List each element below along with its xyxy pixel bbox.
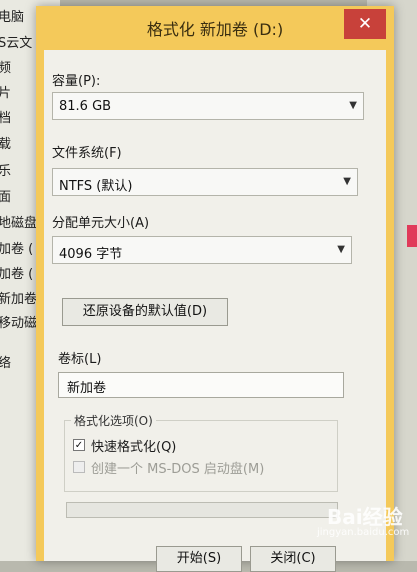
chevron-down-icon: ▼ — [337, 244, 345, 255]
explorer-item[interactable]: 乐 — [0, 160, 11, 179]
dialog-title: 格式化 新加卷 (D:) — [146, 20, 284, 39]
quick-format-checkbox[interactable]: ✓ — [73, 439, 85, 451]
capacity-value: 81.6 GB — [59, 99, 112, 114]
explorer-item[interactable]: 电脑 — [0, 6, 24, 25]
explorer-item[interactable]: 加卷 ( — [0, 238, 33, 257]
msdos-boot-label: 创建一个 MS-DOS 启动盘(M) — [91, 462, 265, 477]
background-accent — [407, 225, 417, 247]
chevron-down-icon: ▼ — [349, 100, 357, 111]
filesystem-select[interactable]: NTFS (默认) ▼ — [52, 168, 358, 196]
explorer-item[interactable]: 载 — [0, 133, 11, 152]
chevron-down-icon: ▼ — [343, 176, 351, 187]
format-options-legend: 格式化选项(O) — [71, 412, 156, 429]
explorer-item[interactable]: 档 — [0, 107, 11, 126]
format-options-group: 格式化选项(O) ✓ 快速格式化(Q) 创建一个 MS-DOS 启动盘(M) — [64, 412, 338, 492]
explorer-item[interactable]: 地磁盘 — [0, 212, 37, 231]
explorer-item[interactable]: 片 — [0, 82, 11, 101]
explorer-item[interactable]: 络 — [0, 352, 11, 371]
watermark-url: jingyan.baidu.com — [317, 527, 410, 538]
dialog-client-area: 容量(P): 81.6 GB ▼ 文件系统(F) NTFS (默认) ▼ 分配单… — [44, 50, 386, 572]
start-button[interactable]: 开始(S) — [156, 546, 242, 572]
dialog-titlebar[interactable]: 格式化 新加卷 (D:) ✕ — [36, 6, 394, 48]
close-icon[interactable]: ✕ — [344, 9, 386, 39]
explorer-item[interactable]: 移动磁 — [0, 312, 37, 331]
watermark-brand: Bai经验 — [327, 505, 403, 529]
filesystem-value: NTFS (默认) — [59, 179, 133, 194]
allocation-select[interactable]: 4096 字节 ▼ — [52, 236, 352, 264]
volume-label-input[interactable]: 新加卷 — [58, 372, 344, 398]
format-dialog: 格式化 新加卷 (D:) ✕ 容量(P): 81.6 GB ▼ 文件系统(F) … — [36, 6, 394, 572]
allocation-value: 4096 字节 — [59, 247, 123, 262]
explorer-item[interactable]: 面 — [0, 186, 11, 205]
baidu-watermark: Bai经验 jingyan.baidu.com — [297, 501, 410, 541]
msdos-boot-checkbox — [73, 461, 85, 473]
restore-defaults-button[interactable]: 还原设备的默认值(D) — [62, 298, 228, 326]
quick-format-label[interactable]: 快速格式化(Q) — [91, 436, 176, 455]
volume-label-label: 卷标(L) — [58, 352, 102, 367]
filesystem-label: 文件系统(F) — [52, 146, 122, 161]
explorer-item[interactable]: 加卷 ( — [0, 263, 33, 282]
close-button[interactable]: 关闭(C) — [250, 546, 336, 572]
explorer-item[interactable]: 频 — [0, 57, 11, 76]
explorer-item[interactable]: S云文 — [0, 32, 32, 51]
allocation-label: 分配单元大小(A) — [52, 216, 150, 231]
capacity-label: 容量(P): — [52, 74, 101, 89]
capacity-select[interactable]: 81.6 GB ▼ — [52, 92, 364, 120]
